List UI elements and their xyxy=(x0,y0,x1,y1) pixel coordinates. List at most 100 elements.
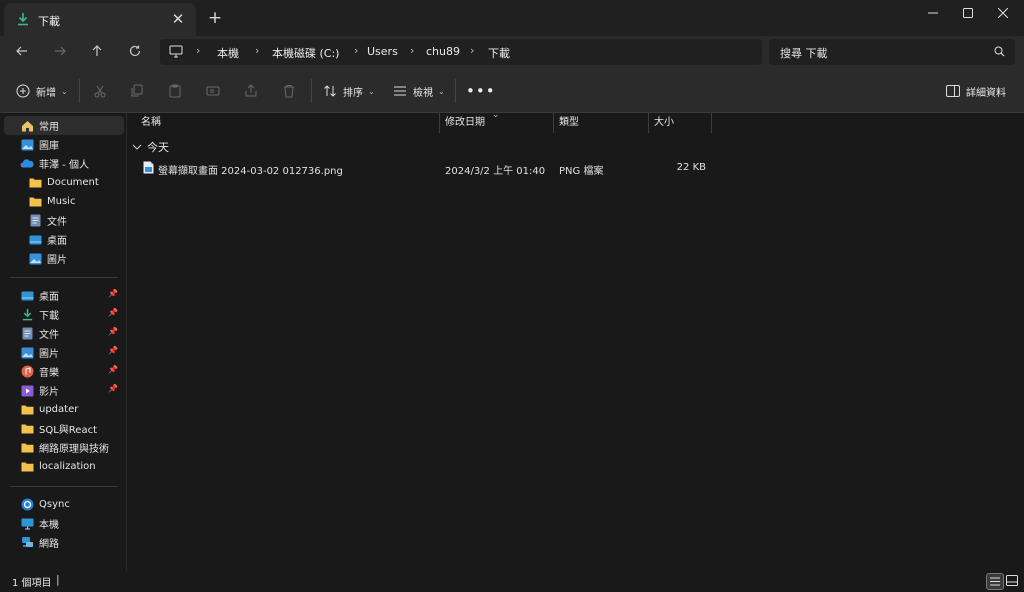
new-tab-button[interactable]: + xyxy=(205,8,225,28)
sidebar-item-home[interactable]: 常用 xyxy=(4,116,124,135)
details-label: 詳細資料 xyxy=(966,87,1006,99)
sidebar-item-music-folder[interactable]: Music xyxy=(4,192,124,211)
refresh-icon xyxy=(129,45,141,57)
sidebar-item-pictures[interactable]: 圖片 xyxy=(4,249,124,268)
sidebar-item-updater[interactable]: updater xyxy=(4,400,124,419)
pictures-icon xyxy=(28,252,42,266)
download-icon xyxy=(20,308,34,322)
computer-icon xyxy=(20,517,34,531)
sidebar-item-label: SQL與React xyxy=(39,425,97,436)
large-icons-view-button[interactable] xyxy=(1004,573,1020,588)
more-options-button[interactable]: ••• xyxy=(466,80,496,102)
new-button[interactable]: 新增 ⌄ xyxy=(16,80,68,102)
breadcrumb-users[interactable]: Users xyxy=(367,45,398,58)
sort-button[interactable]: 排序 ⌄ xyxy=(323,80,375,102)
navigation-pane: 常用 圖庫 菲澤 - 個人 Document Music 文件 桌面 圖片 桌面… xyxy=(0,113,127,571)
arrow-up-icon xyxy=(92,45,102,56)
column-header-name[interactable]: 名稱 xyxy=(141,113,161,133)
plus-circle-icon xyxy=(16,84,30,98)
paste-button[interactable] xyxy=(168,80,182,102)
sidebar-item-network[interactable]: 網路 xyxy=(4,533,124,552)
title-bar: 下載 ✕ + xyxy=(0,0,1024,36)
sidebar-item-pinned-desktop[interactable]: 桌面 📌 xyxy=(4,286,124,305)
tab-downloads[interactable]: 下載 ✕ xyxy=(4,3,196,36)
column-header-type[interactable]: 類型 xyxy=(559,113,579,133)
sidebar-item-localization[interactable]: localization xyxy=(4,457,124,476)
refresh-button[interactable] xyxy=(122,40,148,66)
sidebar-item-onedrive[interactable]: 菲澤 - 個人 xyxy=(4,154,124,173)
sidebar-item-documents[interactable]: 文件 xyxy=(4,211,124,230)
sidebar-item-label: 菲澤 - 個人 xyxy=(39,160,89,171)
chevron-down-icon xyxy=(132,144,142,150)
more-icon: ••• xyxy=(466,82,496,100)
rename-button[interactable] xyxy=(206,80,220,102)
sidebar-item-label: Document xyxy=(47,177,99,188)
column-header-modified[interactable]: 修改日期 xyxy=(445,113,485,133)
maximize-icon xyxy=(963,8,973,18)
file-size: 22 KB xyxy=(676,162,706,173)
sidebar-item-pinned-videos[interactable]: 影片 📌 xyxy=(4,381,124,400)
group-header-today[interactable]: 今天 xyxy=(132,139,169,155)
breadcrumb-user[interactable]: chu89 xyxy=(426,45,460,58)
sidebar-item-label: 桌面 xyxy=(47,236,67,247)
details-view-icon xyxy=(990,577,1000,586)
pin-icon: 📌 xyxy=(108,327,118,336)
view-button[interactable]: 檢視 ⌄ xyxy=(393,80,445,102)
breadcrumb-this-pc[interactable]: 本機 xyxy=(217,45,239,61)
up-button[interactable] xyxy=(84,40,110,66)
breadcrumb-local-disk[interactable]: 本機磁碟 (C:) xyxy=(272,45,339,61)
sidebar-item-label: 文件 xyxy=(39,330,59,341)
forward-button[interactable] xyxy=(47,40,73,66)
search-input[interactable]: 搜尋 下載 xyxy=(769,39,1015,65)
document-icon xyxy=(20,327,34,341)
sidebar-item-qsync[interactable]: Qsync xyxy=(4,495,124,514)
column-divider[interactable] xyxy=(553,113,554,133)
sidebar-item-pinned-documents[interactable]: 文件 📌 xyxy=(4,324,124,343)
sidebar-item-desktop[interactable]: 桌面 xyxy=(4,230,124,249)
sidebar-item-sql-react[interactable]: SQL與React xyxy=(4,419,124,438)
details-view-button[interactable] xyxy=(986,573,1004,590)
column-divider[interactable] xyxy=(648,113,649,133)
clipboard-icon xyxy=(169,84,181,98)
share-button[interactable] xyxy=(244,80,258,102)
music-icon xyxy=(20,365,34,379)
address-bar[interactable]: › 本機 › 本機磁碟 (C:) › Users › chu89 › 下載 xyxy=(160,39,762,65)
sidebar-item-gallery[interactable]: 圖庫 xyxy=(4,135,124,154)
toolbar-divider xyxy=(455,79,456,103)
home-icon xyxy=(20,119,34,133)
back-button[interactable] xyxy=(9,40,35,66)
file-modified: 2024/3/2 上午 01:40 xyxy=(445,166,546,177)
details-pane-button[interactable]: 詳細資料 xyxy=(946,80,1006,102)
file-name: 螢幕擷取畫面 2024-03-02 012736.png xyxy=(158,166,343,177)
group-label: 今天 xyxy=(147,141,169,154)
search-placeholder: 搜尋 下載 xyxy=(780,47,828,60)
close-window-button[interactable] xyxy=(980,0,1024,30)
sidebar-item-pinned-music[interactable]: 音樂 📌 xyxy=(4,362,124,381)
close-tab-button[interactable]: ✕ xyxy=(168,9,188,29)
sidebar-item-pinned-pictures[interactable]: 圖片 📌 xyxy=(4,343,124,362)
chevron-down-icon: ⌄ xyxy=(368,86,375,96)
desktop-icon xyxy=(28,233,42,247)
computer-icon xyxy=(169,45,183,61)
folder-icon xyxy=(28,195,42,209)
folder-icon xyxy=(20,460,34,474)
status-separator: | xyxy=(56,573,60,586)
breadcrumb-downloads[interactable]: 下載 xyxy=(488,45,510,61)
file-row[interactable]: 螢幕擷取畫面 2024-03-02 012736.png 2024/3/2 上午… xyxy=(127,158,1024,180)
toolbar-divider xyxy=(79,79,80,103)
sidebar-item-network-theory[interactable]: 網路原理與技術 xyxy=(4,438,124,457)
sidebar-item-document-folder[interactable]: Document xyxy=(4,173,124,192)
folder-icon xyxy=(20,422,34,436)
column-divider[interactable] xyxy=(439,113,440,133)
sidebar-item-pinned-downloads[interactable]: 下載 📌 xyxy=(4,305,124,324)
copy-button[interactable] xyxy=(130,80,144,102)
chevron-right-icon: › xyxy=(196,44,201,57)
column-divider[interactable] xyxy=(711,113,712,133)
file-list: 名稱 修改日期 ⌄ 類型 大小 今天 螢幕擷取畫面 2024-03-02 012… xyxy=(127,110,1024,571)
sidebar-item-this-pc[interactable]: 本機 xyxy=(4,514,124,533)
cut-button[interactable] xyxy=(93,80,107,102)
column-header-size[interactable]: 大小 xyxy=(654,113,674,133)
pictures-icon xyxy=(20,346,34,360)
sidebar-item-label: 網路 xyxy=(39,539,59,550)
delete-button[interactable] xyxy=(282,80,296,102)
